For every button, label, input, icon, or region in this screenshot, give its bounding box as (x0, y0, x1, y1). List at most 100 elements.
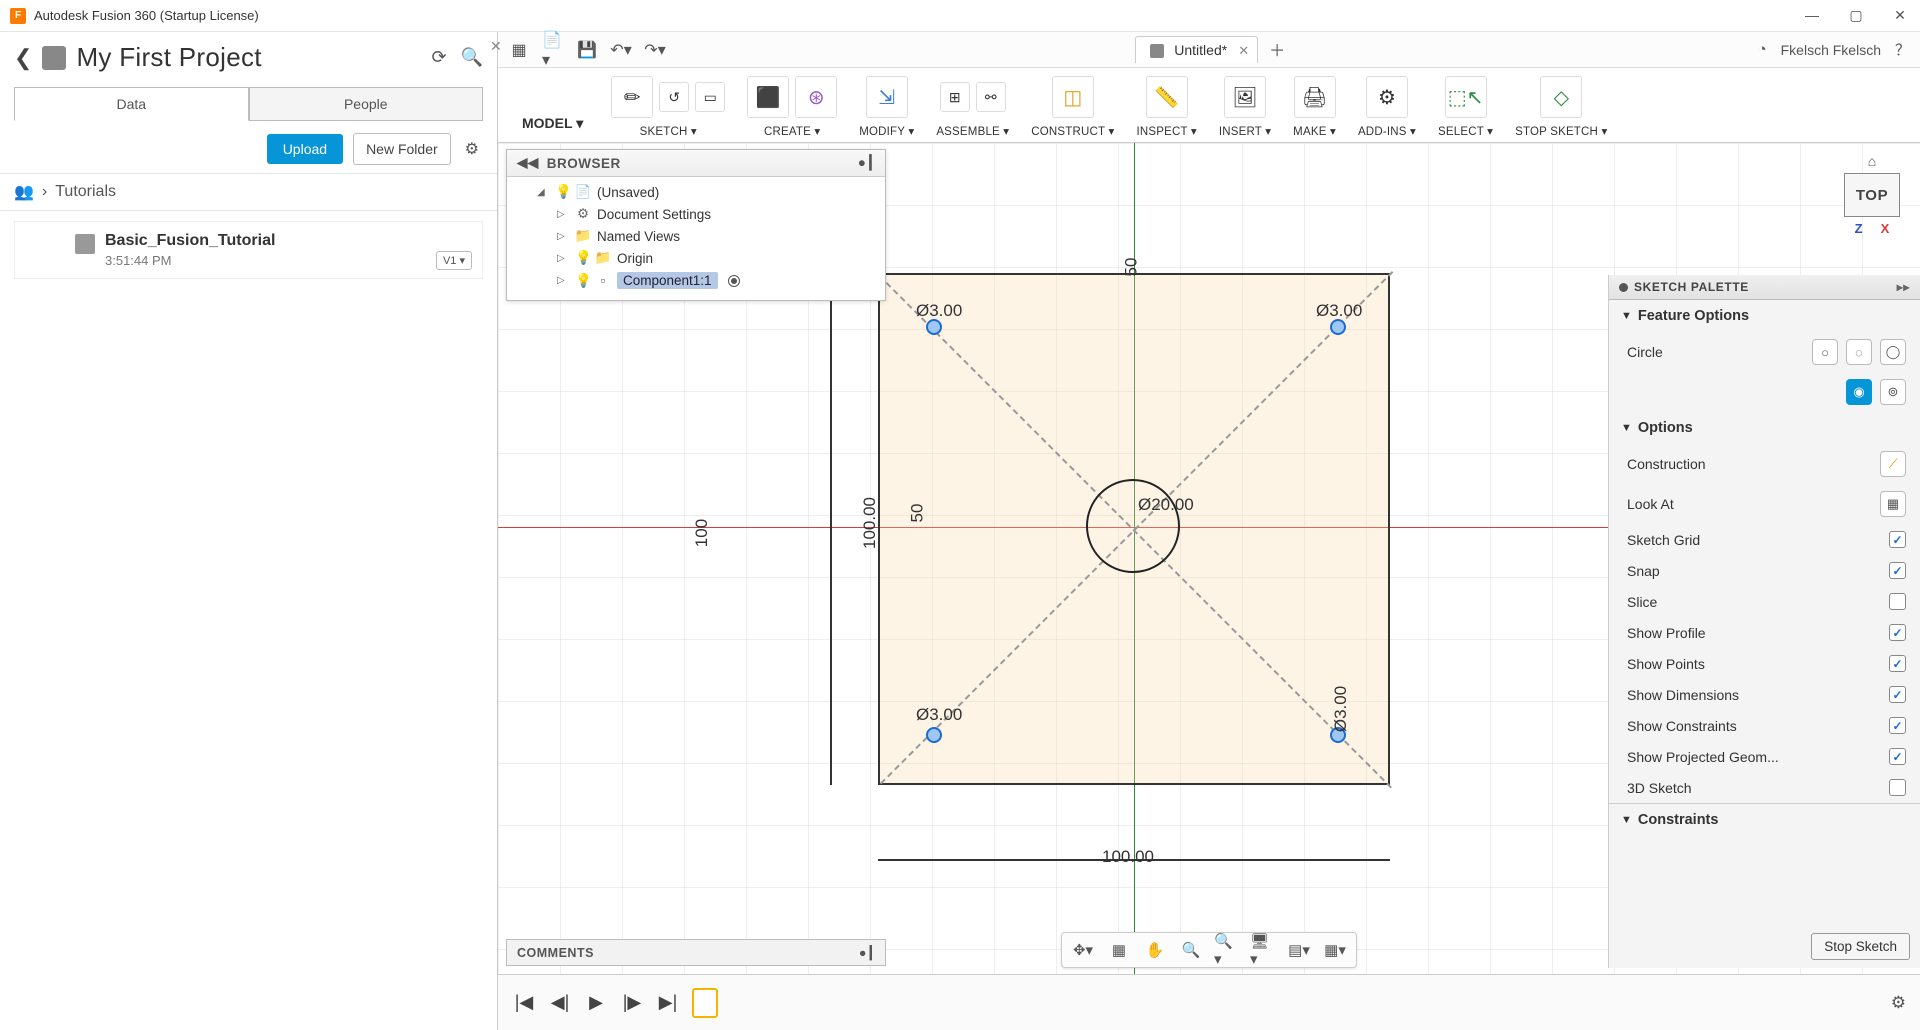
circle-tan2-icon[interactable]: ◉ (1846, 379, 1872, 405)
option-sketch-grid[interactable]: Sketch Grid (1609, 524, 1920, 555)
sketch-circle-small[interactable] (926, 727, 942, 743)
grid-settings-icon[interactable]: ▤▾ (1286, 937, 1312, 963)
stop-sketch-icon[interactable]: ◇ (1540, 76, 1582, 118)
dimension-diameter-br[interactable]: Ø3.00 (1331, 686, 1351, 732)
ribbon-inspect-label[interactable]: INSPECT ▾ (1136, 120, 1196, 138)
redo-icon[interactable]: ↷▾ (644, 39, 666, 61)
sketch-circle-small[interactable] (1330, 319, 1346, 335)
options-header[interactable]: ▼Options (1609, 412, 1920, 444)
viewcube-home-icon[interactable]: ⌂ (1844, 153, 1900, 169)
option-show-dimensions[interactable]: Show Dimensions (1609, 679, 1920, 710)
option-show-constraints[interactable]: Show Constraints (1609, 710, 1920, 741)
activate-component-icon[interactable] (728, 275, 740, 287)
palette-expand-icon[interactable]: ▸▸ (1897, 280, 1910, 294)
feature-options-header[interactable]: ▼Feature Options (1609, 300, 1920, 332)
document-tab[interactable]: Untitled* ✕ (1135, 36, 1258, 63)
palette-handle-icon[interactable] (1619, 283, 1628, 292)
breadcrumb[interactable]: 👥 › Tutorials (0, 173, 497, 211)
viewcube-face[interactable]: TOP (1844, 173, 1900, 217)
insert-decal-icon[interactable]: 🖼 (1224, 76, 1266, 118)
new-file-icon[interactable]: 📄▾ (542, 39, 564, 61)
upload-button[interactable]: Upload (267, 134, 343, 164)
sketch-circle-small[interactable] (926, 319, 942, 335)
undo-icon[interactable]: ↶▾ (610, 39, 632, 61)
circle-3pt-icon[interactable]: ◯ (1880, 339, 1906, 365)
constraints-header[interactable]: ▼Constraints (1609, 803, 1920, 836)
sketch-circle-center[interactable] (1086, 479, 1180, 573)
press-pull-icon[interactable]: ⇲ (866, 76, 908, 118)
revolve-icon[interactable]: ⊛ (795, 76, 837, 118)
dimension-50a[interactable]: 50 (907, 504, 927, 523)
dimension-100v[interactable]: 100 (692, 519, 712, 547)
tree-component1[interactable]: ▷💡▫ Component1:1 (513, 269, 879, 292)
orbit-icon[interactable]: ✥▾ (1070, 937, 1096, 963)
dimension-diameter-tr[interactable]: Ø3.00 (1316, 301, 1362, 321)
sketch-rect-icon[interactable]: ▭ (695, 82, 725, 112)
window-maximize-button[interactable]: ▢ (1846, 7, 1866, 24)
ribbon-sketch-label[interactable]: SKETCH ▾ (640, 120, 697, 138)
ribbon-addins-label[interactable]: ADD-INS ▾ (1358, 120, 1416, 138)
ribbon-make-label[interactable]: MAKE ▾ (1293, 120, 1336, 138)
circle-center-diameter-icon[interactable]: ○ (1812, 339, 1838, 365)
search-icon[interactable]: 🔍 (461, 47, 483, 68)
select-icon[interactable]: ⬚↖ (1445, 76, 1487, 118)
ribbon-insert-label[interactable]: INSERT ▾ (1219, 120, 1271, 138)
tree-origin[interactable]: ▷💡📁 Origin (513, 247, 879, 269)
close-data-panel-button[interactable]: ✕ (490, 38, 502, 55)
file-item[interactable]: Basic_Fusion_Tutorial 3:51:44 PM V1 ▾ (14, 221, 483, 279)
option-show-points[interactable]: Show Points (1609, 648, 1920, 679)
3dprint-icon[interactable]: 🖨 (1294, 76, 1336, 118)
option-snap[interactable]: Snap (1609, 555, 1920, 586)
sketch-line-icon[interactable]: ↺ (659, 82, 689, 112)
option-show-profile[interactable]: Show Profile (1609, 617, 1920, 648)
dimension-width[interactable]: 100.00 (1102, 847, 1154, 867)
timeline-play-icon[interactable]: ▶ (584, 992, 608, 1013)
viewport-layout-icon[interactable]: ▦▾ (1322, 937, 1348, 963)
pan-icon[interactable]: ✋ (1142, 937, 1168, 963)
grid-apps-icon[interactable]: ▦ (508, 39, 530, 61)
timeline-start-icon[interactable]: |◀ (512, 992, 536, 1013)
option-show-projected[interactable]: Show Projected Geom... (1609, 741, 1920, 772)
dimension-diameter-big[interactable]: Ø20.00 (1138, 495, 1194, 515)
tree-doc-settings[interactable]: ▷⚙ Document Settings (513, 203, 879, 225)
browser-collapse-icon[interactable]: ◀◀ (517, 155, 539, 171)
option-lookat[interactable]: Look At▦ (1609, 484, 1920, 524)
workspace-switcher[interactable]: MODEL ▾ (508, 105, 597, 142)
tab-data[interactable]: Data (14, 87, 249, 121)
panel-settings-icon[interactable]: ⚙ (461, 135, 483, 163)
zoom-window-icon[interactable]: 🔍▾ (1214, 937, 1240, 963)
job-status-icon[interactable]: ◔ (1758, 41, 1767, 58)
assemble-new-icon[interactable]: ⊞ (940, 82, 970, 112)
file-version-dropdown[interactable]: V1 ▾ (436, 251, 472, 270)
new-tab-button[interactable]: ＋ (1266, 38, 1288, 60)
timeline-back-icon[interactable]: ◀| (548, 992, 572, 1013)
back-button[interactable]: ❮ (14, 45, 32, 71)
new-folder-button[interactable]: New Folder (353, 133, 451, 165)
measure-icon[interactable]: 📏 (1146, 76, 1188, 118)
addins-icon[interactable]: ⚙ (1366, 76, 1408, 118)
ribbon-stop-sketch-label[interactable]: STOP SKETCH ▾ (1515, 120, 1607, 138)
ribbon-construct-label[interactable]: CONSTRUCT ▾ (1031, 120, 1114, 138)
timeline-settings-icon[interactable]: ⚙ (1891, 993, 1906, 1013)
display-settings-icon[interactable]: 🖥▾ (1250, 937, 1276, 963)
comments-pin-icon[interactable]: ●┃ (859, 945, 875, 960)
circle-tan3-icon[interactable]: ⊚ (1880, 379, 1906, 405)
extrude-icon[interactable]: ⬛ (747, 76, 789, 118)
timeline-end-icon[interactable]: ▶| (656, 992, 680, 1013)
ribbon-create-label[interactable]: CREATE ▾ (764, 120, 820, 138)
viewcube[interactable]: ⌂ TOP Z X (1844, 153, 1900, 236)
window-close-button[interactable]: ✕ (1890, 7, 1910, 24)
option-3d-sketch[interactable]: 3D Sketch (1609, 772, 1920, 803)
option-slice[interactable]: Slice (1609, 586, 1920, 617)
tree-root[interactable]: ◢💡📄 (Unsaved) (513, 181, 879, 203)
tree-named-views[interactable]: ▷📁 Named Views (513, 225, 879, 247)
user-menu[interactable]: Fkelsch Fkelsch (1781, 42, 1881, 58)
dimension-height[interactable]: 100.00 (860, 497, 880, 549)
browser-pin-icon[interactable]: ●┃ (858, 155, 875, 171)
help-icon[interactable]: ？ (1895, 39, 1910, 60)
tab-people[interactable]: People (249, 87, 484, 121)
dimension-diameter-bl[interactable]: Ø3.00 (916, 705, 962, 725)
dimension-50b[interactable]: 50 (1121, 258, 1141, 277)
stop-sketch-button[interactable]: Stop Sketch (1811, 933, 1910, 960)
option-construction[interactable]: Construction⟋ (1609, 444, 1920, 484)
